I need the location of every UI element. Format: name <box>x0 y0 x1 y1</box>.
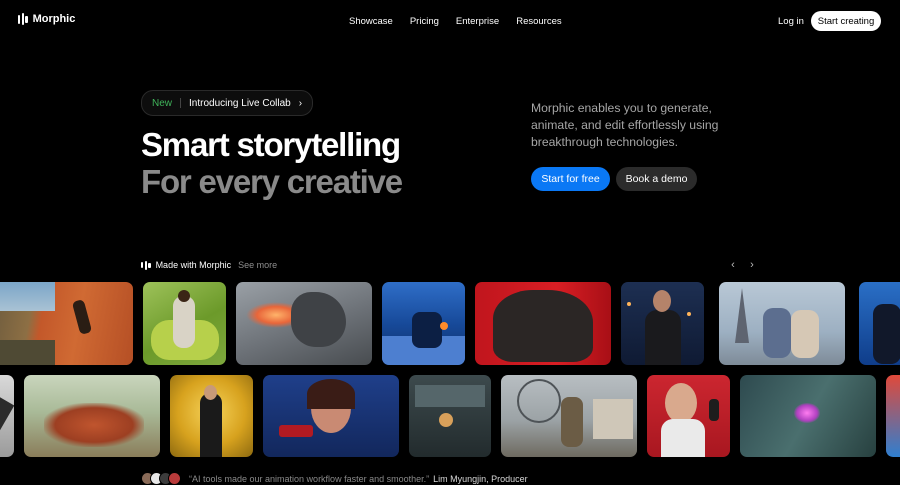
gallery-tile-robot[interactable] <box>0 375 14 457</box>
badge-new-label: New <box>152 97 173 109</box>
gallery-tile-neon[interactable] <box>740 375 876 457</box>
gallery-header: Made with Morphic See more <box>141 259 277 271</box>
nav-link-showcase[interactable]: Showcase <box>349 16 393 27</box>
nav-link-resources[interactable]: Resources <box>516 16 561 27</box>
nav-link-pricing[interactable]: Pricing <box>410 16 439 27</box>
gallery-tile-tiger[interactable] <box>475 282 611 365</box>
gallery-tile-woman-gun[interactable] <box>263 375 399 457</box>
gallery-tile-kitchen[interactable] <box>409 375 491 457</box>
gallery-label: Made with Morphic <box>155 260 232 270</box>
gallery-tile-night-man[interactable] <box>621 282 704 365</box>
gallery-tile-edge[interactable] <box>886 375 900 457</box>
login-link[interactable]: Log in <box>778 16 804 27</box>
badge-divider <box>180 98 182 108</box>
chevron-right-icon: › <box>298 97 303 109</box>
nav-link-enterprise[interactable]: Enterprise <box>456 16 499 27</box>
hero-title-line2: For every creative <box>141 163 403 200</box>
gallery-tile-paris-couple[interactable] <box>719 282 845 365</box>
gallery-tile-ferris-wheel[interactable] <box>501 375 637 457</box>
hero-title-line1: Smart storytelling <box>141 126 401 163</box>
chevron-right-icon[interactable]: › <box>745 258 759 272</box>
gallery-tile-blue-figure[interactable] <box>859 282 900 365</box>
testimonial-quote: “AI tools made our animation workflow fa… <box>189 473 430 484</box>
testimonial-author: Lim Myungjin, Producer <box>433 473 528 484</box>
announcement-badge[interactable]: New Introducing Live Collab › <box>141 90 314 116</box>
start-for-free-button[interactable]: Start for free <box>531 167 610 191</box>
gallery-tile-yellow-tunnel[interactable] <box>170 375 253 457</box>
brand-logo[interactable]: Morphic <box>18 13 75 25</box>
morphic-logo-icon <box>18 13 28 25</box>
gallery-tile-coral[interactable] <box>24 375 160 457</box>
testimonial: “AI tools made our animation workflow fa… <box>141 472 528 485</box>
see-more-link[interactable]: See more <box>238 260 277 270</box>
morphic-logo-icon <box>141 259 151 271</box>
gallery-tile-rooftop[interactable] <box>382 282 465 365</box>
gallery-tile-singer[interactable] <box>647 375 730 457</box>
avatar-group <box>141 472 181 485</box>
brand-name: Morphic <box>32 13 76 25</box>
main-nav: Showcase Pricing Enterprise Resources <box>349 16 562 27</box>
book-demo-button[interactable]: Book a demo <box>616 167 697 191</box>
start-creating-button[interactable]: Start creating <box>811 11 881 31</box>
hero-description: Morphic enables you to generate, animate… <box>531 101 719 149</box>
gallery-tile-climber[interactable] <box>0 282 133 365</box>
badge-text: Introducing Live Collab <box>189 97 291 109</box>
gallery-tile-green-chair[interactable] <box>143 282 226 365</box>
gallery-tile-dragon[interactable] <box>236 282 372 365</box>
avatar <box>168 472 181 485</box>
chevron-left-icon[interactable]: ‹ <box>726 258 740 272</box>
